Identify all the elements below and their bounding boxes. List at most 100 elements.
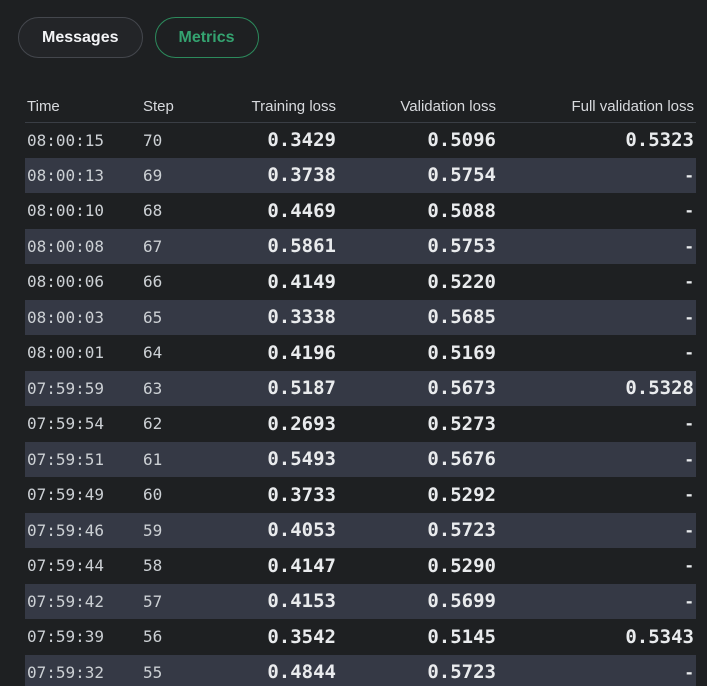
cell-step: 58 [143, 548, 239, 584]
cell-validation-loss: 0.5096 [341, 122, 501, 158]
cell-validation-loss: 0.5723 [341, 655, 501, 686]
cell-time: 07:59:59 [25, 371, 143, 407]
table-row: 07:59:51610.54930.5676- [25, 442, 696, 478]
cell-step: 64 [143, 335, 239, 371]
table-row: 08:00:06660.41490.5220- [25, 264, 696, 300]
cell-step: 59 [143, 513, 239, 549]
cell-time: 08:00:15 [25, 122, 143, 158]
cell-time: 07:59:44 [25, 548, 143, 584]
cell-time: 07:59:54 [25, 406, 143, 442]
table-row: 07:59:39560.35420.51450.5343 [25, 619, 696, 655]
column-header-validation-loss: Validation loss [341, 91, 501, 122]
cell-training-loss: 0.5187 [239, 371, 341, 407]
column-header-training-loss: Training loss [239, 91, 341, 122]
cell-full-validation-loss: 0.5323 [501, 122, 696, 158]
cell-training-loss: 0.3733 [239, 477, 341, 513]
cell-training-loss: 0.3738 [239, 158, 341, 194]
cell-time: 08:00:13 [25, 158, 143, 194]
metrics-table: Time Step Training loss Validation loss … [25, 91, 696, 686]
cell-validation-loss: 0.5723 [341, 513, 501, 549]
cell-step: 63 [143, 371, 239, 407]
cell-training-loss: 0.4149 [239, 264, 341, 300]
cell-training-loss: 0.4147 [239, 548, 341, 584]
metrics-table-body: 08:00:15700.34290.50960.532308:00:13690.… [25, 122, 696, 686]
cell-step: 65 [143, 300, 239, 336]
table-row: 07:59:49600.37330.5292- [25, 477, 696, 513]
cell-full-validation-loss: - [501, 442, 696, 478]
cell-time: 07:59:42 [25, 584, 143, 620]
table-row: 08:00:08670.58610.5753- [25, 229, 696, 265]
cell-time: 07:59:39 [25, 619, 143, 655]
cell-full-validation-loss: - [501, 406, 696, 442]
tab-bar: Messages Metrics [0, 0, 707, 58]
table-row: 08:00:03650.33380.5685- [25, 300, 696, 336]
cell-validation-loss: 0.5676 [341, 442, 501, 478]
cell-full-validation-loss: - [501, 513, 696, 549]
cell-validation-loss: 0.5753 [341, 229, 501, 265]
cell-full-validation-loss: - [501, 193, 696, 229]
cell-training-loss: 0.3338 [239, 300, 341, 336]
cell-validation-loss: 0.5088 [341, 193, 501, 229]
cell-full-validation-loss: - [501, 335, 696, 371]
cell-full-validation-loss: - [501, 229, 696, 265]
cell-training-loss: 0.3429 [239, 122, 341, 158]
cell-step: 60 [143, 477, 239, 513]
tab-metrics[interactable]: Metrics [155, 17, 259, 58]
cell-time: 08:00:01 [25, 335, 143, 371]
cell-step: 69 [143, 158, 239, 194]
cell-validation-loss: 0.5169 [341, 335, 501, 371]
column-header-full-validation-loss: Full validation loss [501, 91, 696, 122]
cell-full-validation-loss: - [501, 300, 696, 336]
table-row: 07:59:54620.26930.5273- [25, 406, 696, 442]
cell-training-loss: 0.5493 [239, 442, 341, 478]
metrics-table-header: Time Step Training loss Validation loss … [25, 91, 696, 122]
cell-step: 67 [143, 229, 239, 265]
table-row: 07:59:32550.48440.5723- [25, 655, 696, 686]
cell-validation-loss: 0.5292 [341, 477, 501, 513]
cell-full-validation-loss: 0.5343 [501, 619, 696, 655]
cell-training-loss: 0.3542 [239, 619, 341, 655]
cell-time: 07:59:46 [25, 513, 143, 549]
cell-step: 61 [143, 442, 239, 478]
cell-validation-loss: 0.5220 [341, 264, 501, 300]
table-row: 07:59:59630.51870.56730.5328 [25, 371, 696, 407]
cell-time: 07:59:32 [25, 655, 143, 686]
cell-step: 66 [143, 264, 239, 300]
cell-time: 08:00:08 [25, 229, 143, 265]
cell-validation-loss: 0.5145 [341, 619, 501, 655]
table-row: 07:59:42570.41530.5699- [25, 584, 696, 620]
table-row: 08:00:01640.41960.5169- [25, 335, 696, 371]
cell-validation-loss: 0.5673 [341, 371, 501, 407]
table-row: 07:59:44580.41470.5290- [25, 548, 696, 584]
cell-time: 08:00:03 [25, 300, 143, 336]
column-header-step: Step [143, 91, 239, 122]
cell-validation-loss: 0.5273 [341, 406, 501, 442]
cell-training-loss: 0.4053 [239, 513, 341, 549]
cell-training-loss: 0.4196 [239, 335, 341, 371]
cell-validation-loss: 0.5754 [341, 158, 501, 194]
table-row: 07:59:46590.40530.5723- [25, 513, 696, 549]
cell-step: 70 [143, 122, 239, 158]
cell-training-loss: 0.4844 [239, 655, 341, 686]
table-row: 08:00:10680.44690.5088- [25, 193, 696, 229]
cell-time: 07:59:49 [25, 477, 143, 513]
cell-full-validation-loss: - [501, 264, 696, 300]
cell-full-validation-loss: 0.5328 [501, 371, 696, 407]
cell-validation-loss: 0.5290 [341, 548, 501, 584]
cell-step: 68 [143, 193, 239, 229]
cell-full-validation-loss: - [501, 477, 696, 513]
cell-training-loss: 0.2693 [239, 406, 341, 442]
cell-full-validation-loss: - [501, 158, 696, 194]
cell-full-validation-loss: - [501, 548, 696, 584]
cell-validation-loss: 0.5699 [341, 584, 501, 620]
cell-step: 55 [143, 655, 239, 686]
table-row: 08:00:15700.34290.50960.5323 [25, 122, 696, 158]
cell-training-loss: 0.4469 [239, 193, 341, 229]
cell-time: 08:00:06 [25, 264, 143, 300]
tab-messages[interactable]: Messages [18, 17, 143, 58]
cell-training-loss: 0.5861 [239, 229, 341, 265]
cell-full-validation-loss: - [501, 655, 696, 686]
column-header-time: Time [25, 91, 143, 122]
cell-time: 07:59:51 [25, 442, 143, 478]
cell-step: 57 [143, 584, 239, 620]
